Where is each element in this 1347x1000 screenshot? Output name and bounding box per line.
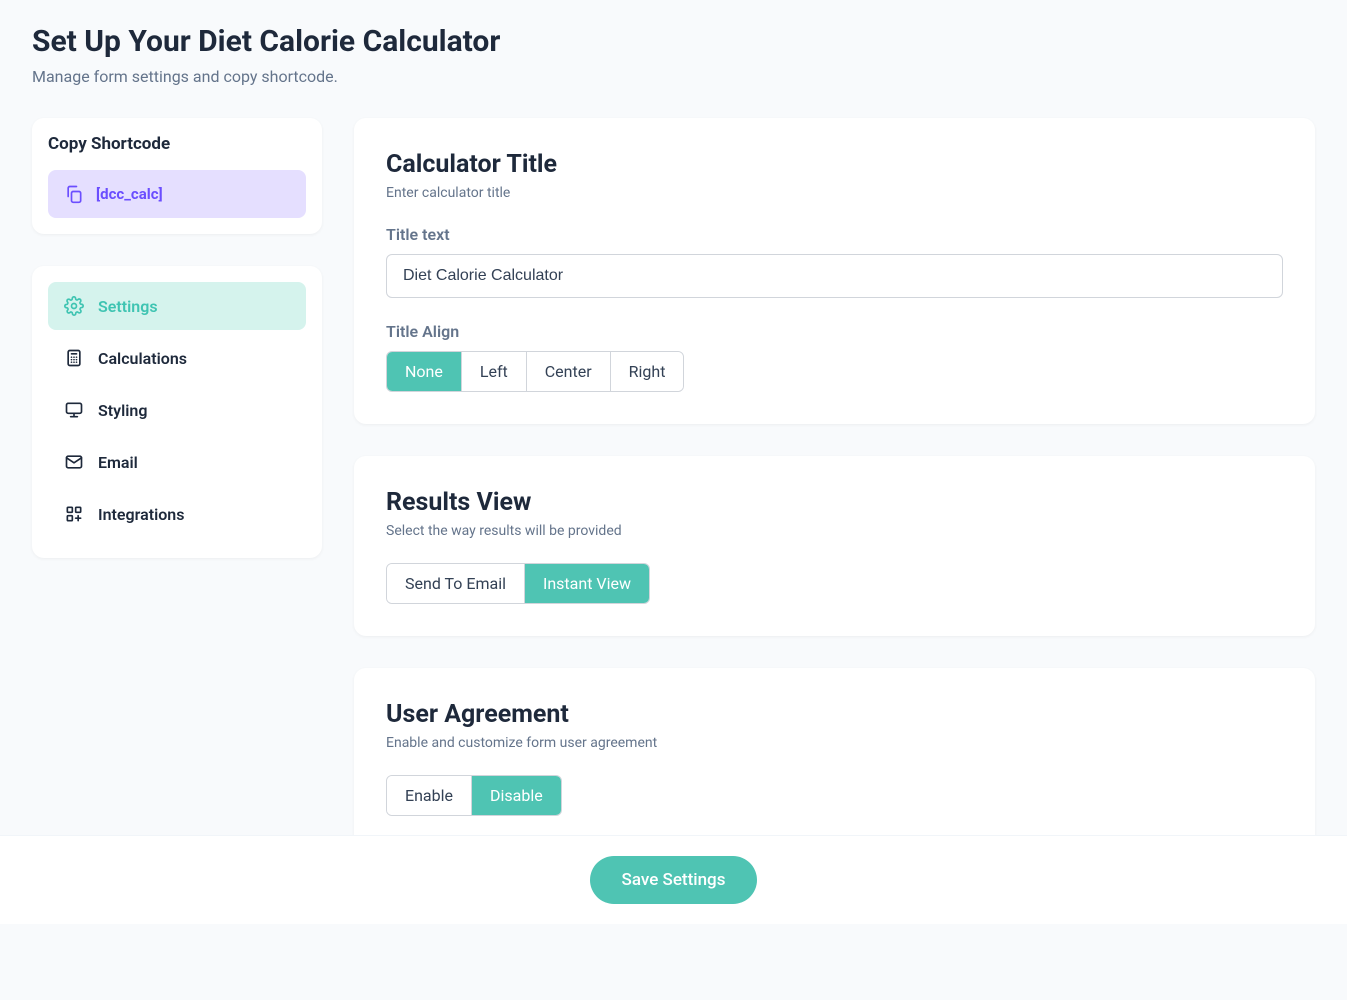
align-option-left[interactable]: Left — [462, 352, 527, 391]
shortcode-text: [dcc_calc] — [96, 185, 163, 203]
title-text-label: Title text — [386, 225, 1283, 244]
nav-item-label: Integrations — [98, 505, 184, 524]
shortcode-copy-button[interactable]: [dcc_calc] — [48, 170, 306, 218]
section-user-agreement: User Agreement Enable and customize form… — [354, 668, 1315, 848]
align-option-right[interactable]: Right — [611, 352, 684, 391]
section-subtitle: Select the way results will be provided — [386, 523, 1283, 539]
copy-icon — [64, 184, 84, 204]
nav-item-calculations[interactable]: Calculations — [48, 334, 306, 382]
title-align-group: None Left Center Right — [386, 351, 684, 392]
nav-item-label: Settings — [98, 297, 158, 316]
section-heading: Results View — [386, 488, 1283, 517]
results-view-group: Send To Email Instant View — [386, 563, 650, 604]
grid-plus-icon — [64, 504, 84, 524]
page-title: Set Up Your Diet Calorie Calculator — [32, 24, 1315, 59]
section-subtitle: Enable and customize form user agreement — [386, 735, 1283, 751]
page-subtitle: Manage form settings and copy shortcode. — [32, 67, 1315, 86]
section-calculator-title: Calculator Title Enter calculator title … — [354, 118, 1315, 424]
title-text-input[interactable] — [386, 254, 1283, 298]
section-heading: User Agreement — [386, 700, 1283, 729]
footer-bar: Save Settings — [0, 835, 1347, 924]
calculator-icon — [64, 348, 84, 368]
section-results-view: Results View Select the way results will… — [354, 456, 1315, 636]
agreement-option-disable[interactable]: Disable — [472, 776, 561, 815]
save-settings-button[interactable]: Save Settings — [590, 856, 758, 904]
title-align-label: Title Align — [386, 322, 1283, 341]
section-heading: Calculator Title — [386, 150, 1283, 179]
nav-item-integrations[interactable]: Integrations — [48, 490, 306, 538]
monitor-icon — [64, 400, 84, 420]
nav-item-settings[interactable]: Settings — [48, 282, 306, 330]
nav-item-label: Calculations — [98, 349, 187, 368]
nav-item-label: Email — [98, 453, 138, 472]
nav-item-label: Styling — [98, 401, 147, 420]
agreement-option-enable[interactable]: Enable — [387, 776, 472, 815]
shortcode-heading: Copy Shortcode — [48, 134, 306, 154]
nav-item-styling[interactable]: Styling — [48, 386, 306, 434]
section-subtitle: Enter calculator title — [386, 185, 1283, 201]
results-option-send-email[interactable]: Send To Email — [387, 564, 525, 603]
gear-icon — [64, 296, 84, 316]
align-option-none[interactable]: None — [387, 352, 462, 391]
align-option-center[interactable]: Center — [527, 352, 611, 391]
results-option-instant[interactable]: Instant View — [525, 564, 649, 603]
nav-card: Settings — [32, 266, 322, 558]
shortcode-card: Copy Shortcode [dcc_calc] — [32, 118, 322, 234]
mail-icon — [64, 452, 84, 472]
user-agreement-group: Enable Disable — [386, 775, 562, 816]
nav-item-email[interactable]: Email — [48, 438, 306, 486]
